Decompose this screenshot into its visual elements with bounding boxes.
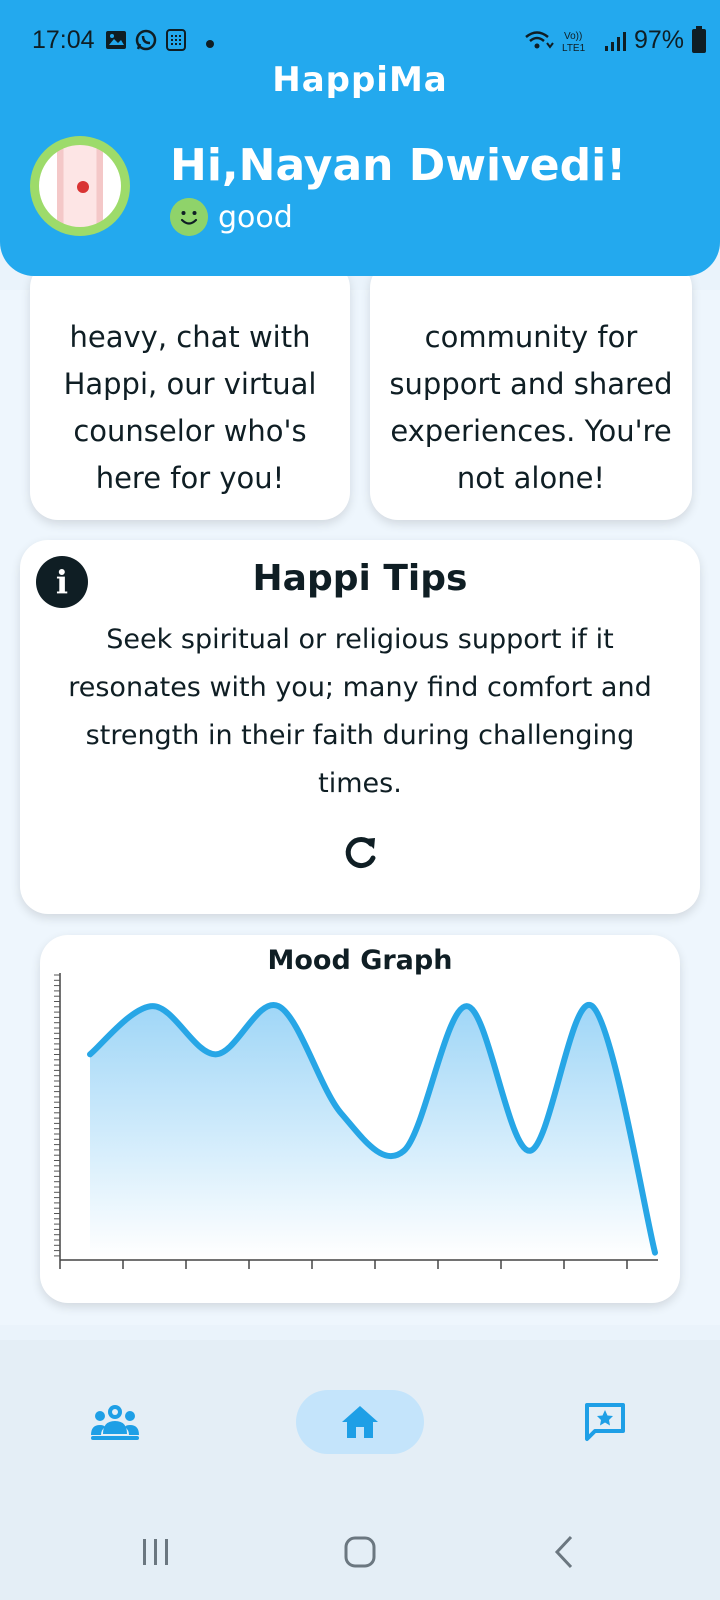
smiley-icon (170, 198, 208, 236)
home-system-button[interactable] (340, 1530, 380, 1574)
community-icon (91, 1405, 139, 1440)
mood-label: good (218, 199, 293, 235)
avatar[interactable] (30, 136, 130, 236)
tips-title: Happi Tips (252, 558, 468, 599)
app-header: 17:04 Vo)) LTE1 97% HappiMa Hi,Nayan Dwiv… (0, 0, 720, 276)
volte-icon: Vo))LTE1 (562, 31, 586, 53)
status-time: 17:04 (32, 26, 95, 54)
wifi-icon (525, 30, 554, 49)
chat-feature-card[interactable]: heavy, chat with Happi, our virtual coun… (30, 260, 350, 520)
nav-feedback[interactable] (570, 1390, 640, 1454)
signal-icon (604, 31, 626, 51)
home-circle-icon (344, 1536, 376, 1568)
nav-home[interactable] (296, 1390, 424, 1454)
avatar-image (39, 145, 121, 227)
gallery-icon (106, 31, 126, 49)
calculator-icon (166, 29, 186, 51)
system-status: Vo)) LTE1 97% (524, 25, 706, 55)
chat-feature-text: heavy, chat with Happi, our virtual coun… (63, 320, 317, 495)
back-button[interactable] (544, 1530, 584, 1574)
tips-body: Seek spiritual or religious support if i… (68, 624, 652, 799)
refresh-icon[interactable] (340, 832, 380, 872)
mood-graph (54, 973, 658, 1269)
community-feature-card[interactable]: community for support and shared experie… (370, 260, 692, 520)
greeting: Hi,Nayan Dwivedi! (170, 140, 627, 191)
recent-apps-icon (143, 1539, 168, 1565)
back-icon (554, 1535, 573, 1569)
notification-icons (104, 28, 188, 52)
home-icon (342, 1406, 378, 1438)
recent-apps-button[interactable] (136, 1530, 176, 1574)
whatsapp-icon (135, 29, 157, 51)
happi-tips-card: i Happi Tips Seek spiritual or religious… (20, 540, 700, 914)
app-title: HappiMa (272, 60, 448, 100)
community-feature-text: community for support and shared experie… (389, 320, 673, 495)
battery-percent: 97% (633, 26, 684, 54)
svg-text:Vo)): Vo)) (564, 31, 582, 42)
feedback-icon (585, 1403, 625, 1441)
more-notifications-dot (206, 40, 214, 48)
mood-status: good (170, 198, 293, 236)
svg-text:LTE1: LTE1 (562, 43, 586, 53)
nav-community[interactable] (80, 1390, 150, 1454)
mood-graph-card: Mood Graph (40, 935, 680, 1303)
status-bar: 17:04 Vo)) LTE1 97% (0, 22, 720, 62)
battery-icon (692, 25, 706, 53)
